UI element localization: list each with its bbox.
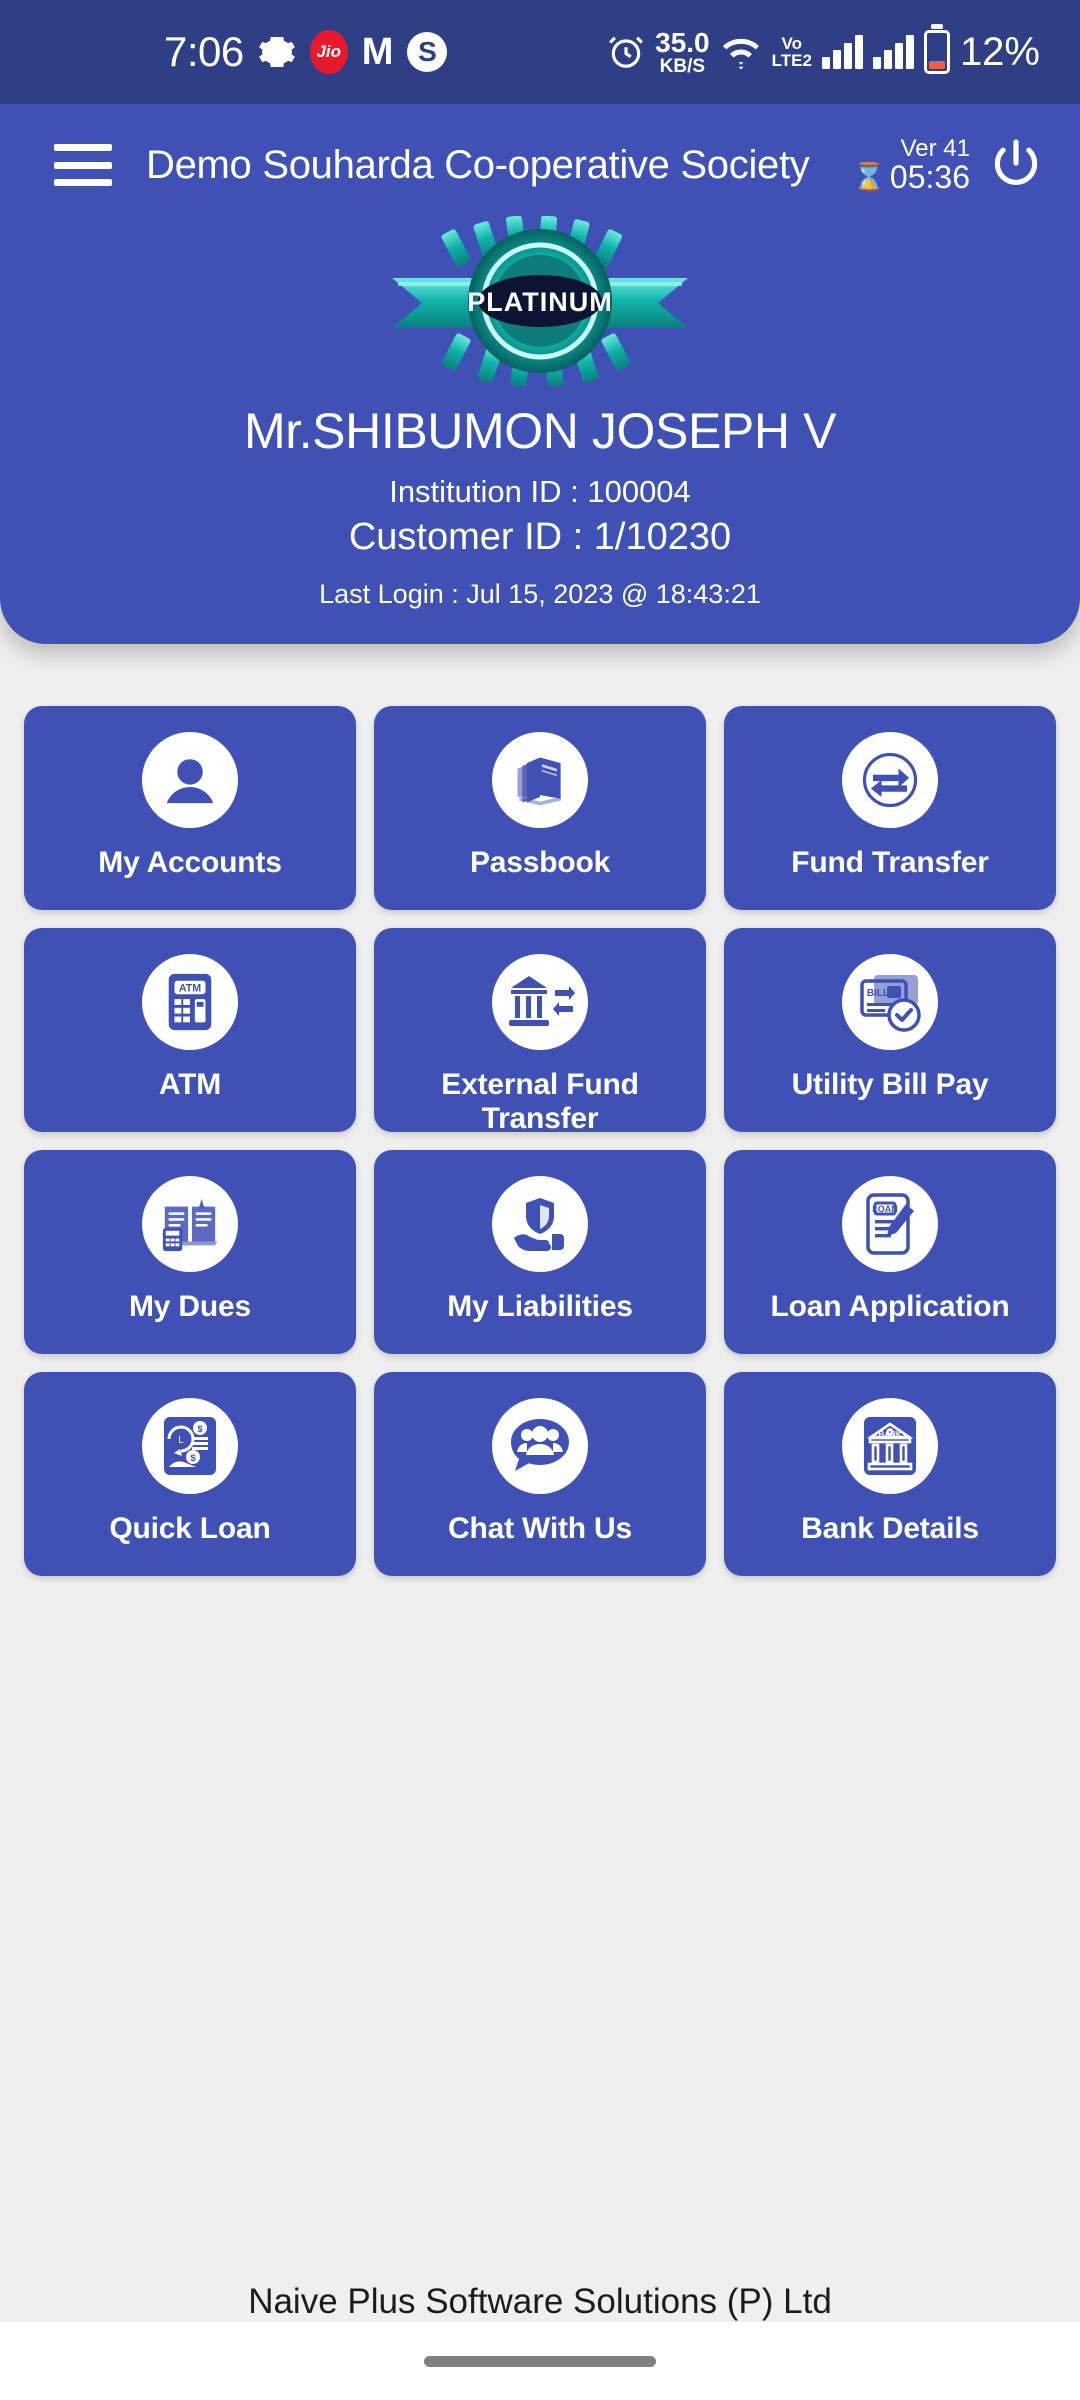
gear-icon [258,33,296,71]
signal-bars-sim1 [821,35,863,69]
status-bar-left: 7:06 Jio M S [164,28,448,76]
loan-form-pen-icon: LOAN [842,1176,938,1272]
skype-icon: S [407,32,448,72]
app-version: Ver 41 [900,134,970,162]
battery-icon [923,30,950,74]
profile-header-card: Demo Souharda Co-operative Society Ver 4… [0,104,1080,644]
alarm-icon [607,33,645,71]
menu-tile-external-fund-transfer[interactable]: External Fund Transfer [374,928,706,1135]
signal-bars-sim2 [872,35,914,69]
volte-line2: LTE2 [771,51,812,70]
footer-company-name: Naive Plus Software Solutions (P) Ltd [248,2282,832,2321]
app-screen: 7:06 Jio M S 35.0 KB/S Vo LTE2 12% Demo … [0,0,1080,2400]
menu-tile-my-liabilities[interactable]: My Liabilities [374,1150,706,1354]
svg-text:BILL: BILL [867,988,889,999]
platinum-badge: PLATINUM [0,216,1080,386]
svg-text:L: L [178,1435,184,1446]
jio-icon: Jio [309,30,348,74]
customer-id: Customer ID : 1/10230 [348,516,732,558]
battery-percent: 12% [959,29,1040,74]
platinum-badge-graphic: PLATINUM [392,216,688,386]
wifi-icon [720,34,762,70]
passbook-icon [492,732,588,828]
session-timer-value: 05:36 [889,158,970,195]
menu-tile-my-dues[interactable]: My Dues [24,1150,356,1354]
menu-tile-label: Passbook [469,846,611,879]
svg-text:$: $ [197,1424,202,1434]
chat-people-icon [492,1398,588,1494]
volte-line1: Vo [781,33,803,53]
menu-tile-label: External Fund Transfer [441,1068,639,1135]
hand-shield-icon [492,1176,588,1272]
menu-tile-label: Loan Application [770,1290,1010,1323]
last-login: Last Login : Jul 15, 2023 @ 18:43:21 [319,579,761,609]
session-timer: ⌛ 05:36 [852,158,970,195]
svg-text:LOAN: LOAN [872,1204,898,1214]
menu-tile-label: My Liabilities [447,1290,633,1323]
bank-transfer-icon [492,954,588,1050]
menu-tile-chat-with-us[interactable]: Chat With Us [374,1372,706,1576]
app-title: Demo Souharda Co-operative Society [146,142,810,187]
volte-icon: Vo LTE2 [771,33,812,70]
menu-tile-passbook[interactable]: Passbook [374,706,706,910]
menu-tile-label: Fund Transfer [791,846,989,879]
menu-tile-bank-details[interactable]: BANK Bank Details [724,1372,1056,1576]
menu-tile-atm[interactable]: ATM ATM [24,928,356,1132]
book-calculator-icon [142,1176,238,1272]
status-bar: 7:06 Jio M S 35.0 KB/S Vo LTE2 12% [0,0,1080,104]
network-speed: 35.0 KB/S [655,26,710,77]
app-bar: Demo Souharda Co-operative Society Ver 4… [0,104,1080,200]
user-name: Mr.SHIBUMON JOSEPH V [243,403,837,459]
menu-tile-label: My Accounts [98,846,282,879]
menu-tile-quick-loan[interactable]: L $ $ Quick Loan [24,1372,356,1576]
menu-grid: My Accounts Passbook Fund Transfer ATM A… [0,644,1080,1576]
svg-text:$: $ [190,1453,195,1463]
hamburger-menu-icon[interactable] [54,144,112,186]
system-navigation-bar [0,2322,1080,2400]
transfer-arrows-icon [842,732,938,828]
platinum-badge-text: PLATINUM [467,287,612,317]
menu-tile-label: Chat With Us [448,1512,632,1545]
menu-tile-my-accounts[interactable]: My Accounts [24,706,356,910]
menu-tile-fund-transfer[interactable]: Fund Transfer [724,706,1056,910]
home-indicator[interactable] [424,2355,656,2367]
person-icon [142,732,238,828]
menu-tile-label: My Dues [129,1290,251,1323]
institution-id: Institution ID : 100004 [389,474,691,509]
gmail-icon: M [361,31,394,73]
menu-tile-label: Bank Details [801,1512,979,1545]
menu-tile-label: Quick Loan [109,1512,271,1545]
svg-text:BANK: BANK [878,1430,901,1439]
clock-money-icon: L $ $ [142,1398,238,1494]
network-speed-unit: KB/S [659,55,706,77]
version-timer-group: Ver 41 ⌛ 05:36 [852,134,970,195]
menu-tile-label: ATM [158,1068,222,1101]
hourglass-icon: ⌛ [852,162,886,193]
network-speed-value: 35.0 [655,26,710,58]
atm-machine-icon: ATM [142,954,238,1050]
bill-check-icon: BILL [842,954,938,1050]
power-icon[interactable] [988,135,1044,196]
bank-building-icon: BANK [842,1398,938,1494]
status-bar-right: 35.0 KB/S Vo LTE2 12% [607,26,1040,77]
status-time: 7:06 [164,28,244,75]
menu-tile-loan-application[interactable]: LOAN Loan Application [724,1150,1056,1354]
menu-tile-label: Utility Bill Pay [791,1068,989,1101]
menu-tile-utility-bill-pay[interactable]: BILL Utility Bill Pay [724,928,1056,1132]
svg-text:ATM: ATM [179,982,201,994]
